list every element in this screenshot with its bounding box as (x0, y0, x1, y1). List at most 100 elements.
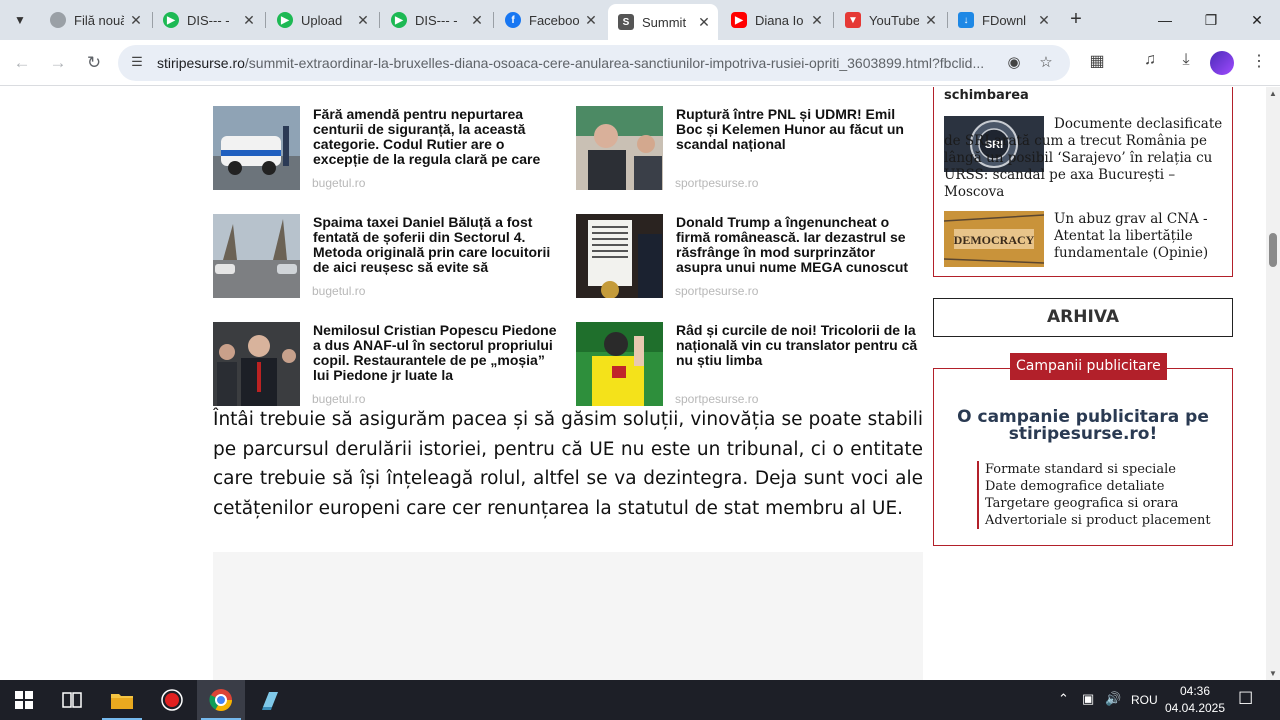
related-article-source: bugetul.ro (312, 176, 366, 190)
tab-title: Filă nouă (74, 12, 124, 28)
related-article-title[interactable]: Nemilosul Cristian Popescu Piedone a dus… (313, 323, 559, 383)
tab-title: Diana Io (755, 12, 804, 28)
url-text[interactable]: stiripesurse.ro/summit-extraordinar-la-b… (157, 55, 1007, 71)
more-menu-icon[interactable]: ⋮ (1247, 51, 1271, 75)
close-icon[interactable]: ✕ (696, 14, 712, 30)
tab-title: Upload (301, 12, 343, 28)
star-icon[interactable]: ☆ (1036, 53, 1056, 73)
close-icon[interactable]: ✕ (923, 12, 939, 28)
politicians-thumbnail (576, 106, 663, 190)
file-explorer-icon[interactable] (98, 680, 146, 720)
sidebar-article-title[interactable]: Documente declasificate de SRI arată cum… (944, 116, 1224, 201)
tab-title: Summit (642, 14, 687, 30)
tab-search-chevron-icon[interactable]: ▼ (8, 8, 32, 32)
related-article-title[interactable]: Ruptură între PNL și UDMR! Emil Boc și K… (676, 107, 922, 152)
tab-title: Facebook (529, 12, 579, 28)
democracy-text: DEMOCRACY (954, 233, 1035, 247)
app-taskbar-icon[interactable] (246, 680, 294, 720)
tab-new-tab[interactable]: Filă nouă ✕ (40, 6, 150, 34)
close-icon[interactable]: ✕ (469, 12, 485, 28)
related-article-source: sportpesurse.ro (675, 284, 759, 298)
reload-icon[interactable]: ↻ (80, 49, 108, 77)
sidebar-article-cna[interactable]: DEMOCRACY Un abuz grav al CNA - Atentat … (944, 211, 1224, 271)
tab-youtube[interactable]: ▼ YouTube ✕ (835, 6, 945, 34)
tab-diana-youtube[interactable]: ▶ Diana Io ✕ (721, 6, 831, 34)
extensions-icon[interactable]: ▦ (1085, 51, 1109, 75)
restore-icon[interactable]: ❐ (1188, 0, 1234, 40)
close-icon[interactable]: ✕ (1036, 12, 1052, 28)
eye-off-icon[interactable]: ◉ (1004, 53, 1024, 73)
play-icon: ▶ (163, 12, 179, 28)
url-host: stiripesurse.ro (157, 55, 245, 71)
trump-board-thumbnail (576, 214, 663, 298)
windows-start-icon[interactable] (0, 680, 48, 720)
related-article-title[interactable]: Spaima taxei Daniel Băluță a fost fentat… (313, 215, 559, 275)
address-bar[interactable]: ☰ stiripesurse.ro/summit-extraordinar-la… (118, 45, 1070, 81)
related-article-card[interactable]: Donald Trump a îngenuncheat o firmă româ… (576, 214, 926, 314)
tab-facebook[interactable]: f Facebook ✕ (495, 6, 605, 34)
football-player-thumbnail (576, 322, 663, 406)
ad-campaign-title[interactable]: O campanie publicitara pe stiripesurse.r… (943, 409, 1223, 443)
bookmark-icon: ▼ (845, 12, 861, 28)
clock-time: 04:36 (1179, 684, 1211, 698)
tab-separator (833, 12, 834, 28)
record-icon[interactable] (148, 680, 196, 720)
related-article-title[interactable]: Fără amendă pentru nepurtarea centurii d… (313, 107, 559, 167)
close-icon[interactable]: ✕ (583, 12, 599, 28)
site-icon: S (618, 14, 634, 30)
related-article-source: bugetul.ro (312, 392, 366, 406)
task-view-icon[interactable] (48, 680, 96, 720)
sidebar-article-sri[interactable]: SRI Documente declasificate de SRI arată… (944, 116, 1224, 202)
related-article-card[interactable]: Ruptură între PNL și UDMR! Emil Boc și K… (576, 106, 926, 206)
notifications-icon[interactable]: ☐ (1238, 689, 1253, 709)
piedone-thumbnail (213, 322, 300, 406)
sidebar-article-title[interactable]: Un abuz grav al CNA - Atentat la libertă… (1054, 211, 1224, 262)
related-article-card[interactable]: Spaima taxei Daniel Băluță a fost fentat… (213, 214, 563, 314)
article-paragraph: Întâi trebuie să asigurăm pacea și să gă… (213, 409, 923, 519)
close-icon[interactable]: ✕ (128, 12, 144, 28)
media-control-icon[interactable]: ♫ (1138, 51, 1162, 75)
street-parking-thumbnail (213, 214, 300, 298)
archive-button[interactable]: ARHIVA (933, 298, 1233, 337)
tray-expand-icon[interactable]: ⌃ (1058, 691, 1069, 707)
scrollbar-thumb[interactable] (1269, 233, 1277, 267)
forward-arrow-icon[interactable]: → (44, 49, 72, 77)
volume-icon[interactable]: 🔊 (1105, 691, 1121, 707)
tab-dis-2[interactable]: ▶ DIS--- - ✕ (381, 6, 491, 34)
close-icon[interactable]: ✕ (355, 12, 371, 28)
tab-upload[interactable]: ▶ Upload ✕ (267, 6, 377, 34)
related-article-card[interactable]: Fără amendă pentru nepurtarea centurii d… (213, 106, 563, 206)
youtube-icon: ▶ (731, 12, 747, 28)
site-settings-icon[interactable]: ☰ (128, 54, 146, 72)
tab-dis-1[interactable]: ▶ DIS--- - ✕ (153, 6, 263, 34)
related-article-source: sportpesurse.ro (675, 392, 759, 406)
close-icon[interactable]: ✕ (241, 12, 257, 28)
scroll-up-icon[interactable]: ▲ (1269, 89, 1277, 98)
window-close-icon[interactable]: ✕ (1234, 0, 1280, 40)
new-tab-plus-icon[interactable]: + (1064, 8, 1088, 32)
close-icon[interactable]: ✕ (809, 12, 825, 28)
play-icon: ▶ (277, 12, 293, 28)
sidebar-cut-text[interactable]: schimbarea (944, 88, 1029, 103)
related-article-source: bugetul.ro (312, 284, 366, 298)
minimize-icon[interactable]: — (1142, 0, 1188, 40)
scroll-down-icon[interactable]: ▼ (1269, 669, 1277, 678)
tab-strip: ▼ Filă nouă ✕ ▶ DIS--- - ✕ ▶ Upload ✕ ▶ … (0, 0, 1280, 40)
browser-toolbar: ← → ↻ ☰ stiripesurse.ro/summit-extraordi… (0, 40, 1280, 86)
related-article-title[interactable]: Râd și curcile de noi! Tricolorii de la … (676, 323, 922, 368)
downloads-icon[interactable]: ⤓ (1174, 51, 1198, 75)
democracy-thumbnail: DEMOCRACY (944, 211, 1044, 267)
ad-placeholder (213, 552, 923, 680)
ad-campaign-list: Formate standard si speciale Date demogr… (977, 461, 1211, 529)
tab-title: DIS--- - (187, 12, 230, 28)
tab-summit-active[interactable]: S Summit ✕ (608, 4, 718, 40)
page-scrollbar[interactable]: ▲ ▼ (1266, 87, 1280, 680)
profile-avatar[interactable] (1210, 51, 1234, 75)
back-arrow-icon[interactable]: ← (8, 49, 36, 77)
language-indicator[interactable]: ROU (1131, 693, 1158, 707)
related-article-title[interactable]: Donald Trump a îngenuncheat o firmă româ… (676, 215, 922, 275)
chrome-taskbar-icon[interactable] (197, 680, 245, 720)
tab-fdownloader[interactable]: ↓ FDownl ✕ (948, 6, 1058, 34)
clock[interactable]: 04:36 04.04.2025 (1162, 683, 1228, 717)
network-icon[interactable]: ▣ (1082, 691, 1094, 707)
